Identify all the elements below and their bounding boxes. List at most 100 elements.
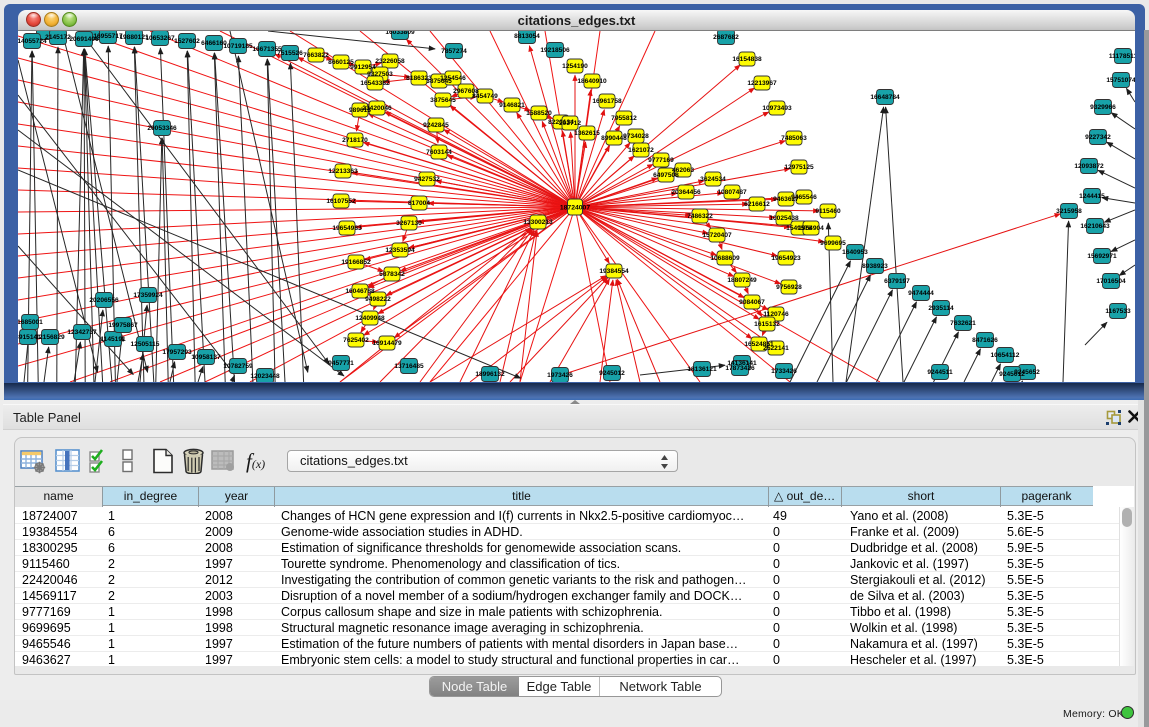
svg-text:7632621: 7632621 <box>950 320 976 327</box>
svg-text:12975125: 12975125 <box>784 164 814 171</box>
svg-text:15692971: 15692971 <box>1087 253 1117 260</box>
svg-text:10958137: 10958137 <box>191 354 221 361</box>
svg-text:20206556: 20206556 <box>89 297 119 304</box>
svg-text:17359924: 17359924 <box>133 292 163 299</box>
svg-text:12213363: 12213363 <box>328 168 358 175</box>
svg-text:989613: 989613 <box>349 107 371 114</box>
svg-text:9756928: 9756928 <box>776 284 802 291</box>
svg-text:16961758: 16961758 <box>592 98 622 105</box>
svg-text:9242845: 9242845 <box>423 122 449 129</box>
svg-text:12213967: 12213967 <box>747 80 777 87</box>
svg-text:7485063: 7485063 <box>781 135 807 142</box>
svg-text:1167533: 1167533 <box>1105 308 1131 315</box>
svg-text:16046788: 16046788 <box>345 288 375 295</box>
svg-text:16648784: 16648784 <box>870 94 900 101</box>
svg-text:1120746: 1120746 <box>763 311 789 318</box>
svg-text:9146821: 9146821 <box>499 102 525 109</box>
svg-text:7857274: 7857274 <box>441 48 467 55</box>
svg-text:6497508: 6497508 <box>653 172 679 179</box>
svg-text:8813054: 8813054 <box>514 33 540 40</box>
svg-text:1685001: 1685001 <box>18 319 43 326</box>
svg-text:9427532: 9427532 <box>414 176 440 183</box>
svg-text:9734028: 9734028 <box>623 133 649 140</box>
svg-text:7955812: 7955812 <box>611 115 637 122</box>
svg-text:10782759: 10782759 <box>223 363 253 370</box>
svg-text:203712: 203712 <box>559 120 581 127</box>
svg-text:17957293: 17957293 <box>162 349 192 356</box>
svg-text:18724007: 18724007 <box>560 205 590 212</box>
svg-text:12093872: 12093872 <box>1074 163 1104 170</box>
svg-text:9327503: 9327503 <box>367 71 393 78</box>
svg-text:20053346: 20053346 <box>147 125 177 132</box>
svg-text:7663822: 7663822 <box>303 52 329 59</box>
svg-text:18807249: 18807249 <box>727 277 757 284</box>
svg-text:2145172: 2145172 <box>45 34 71 41</box>
svg-text:6216612: 6216612 <box>744 201 770 208</box>
svg-text:1145191: 1145191 <box>100 336 126 343</box>
svg-text:8454749: 8454749 <box>472 93 498 100</box>
svg-text:1362615: 1362615 <box>574 130 600 137</box>
svg-text:2522141: 2522141 <box>763 345 789 352</box>
svg-text:6379197: 6379197 <box>884 278 910 285</box>
svg-text:2935114: 2935114 <box>928 305 954 312</box>
svg-text:9227342: 9227342 <box>1085 134 1111 141</box>
svg-text:10719185: 10719185 <box>223 43 253 50</box>
svg-text:1244415: 1244415 <box>1079 193 1105 200</box>
svg-text:9245012: 9245012 <box>599 370 625 377</box>
svg-text:9329966: 9329966 <box>1090 104 1116 111</box>
svg-text:15751074: 15751074 <box>1106 77 1135 84</box>
svg-text:1954904: 1954904 <box>798 225 824 232</box>
svg-text:3875645: 3875645 <box>430 97 456 104</box>
svg-text:3215958: 3215958 <box>1056 208 1082 215</box>
svg-text:9474444: 9474444 <box>908 290 934 297</box>
svg-text:1588520: 1588520 <box>526 110 552 117</box>
svg-text:3267130: 3267130 <box>396 220 422 227</box>
svg-text:19166852: 19166852 <box>341 259 371 266</box>
svg-text:16210643: 16210643 <box>1080 223 1110 230</box>
svg-text:2687682: 2687682 <box>713 34 739 41</box>
svg-text:1973426: 1973426 <box>547 372 573 379</box>
svg-text:9084067: 9084067 <box>739 299 765 306</box>
svg-text:2718170: 2718170 <box>342 137 368 144</box>
svg-text:1733426: 1733426 <box>771 368 797 375</box>
svg-text:12156829: 12156829 <box>35 334 65 341</box>
svg-text:12342737: 12342737 <box>67 329 97 336</box>
svg-text:1621072: 1621072 <box>628 147 654 154</box>
svg-text:8471626: 8471626 <box>972 337 998 344</box>
svg-text:1254190: 1254190 <box>562 63 588 70</box>
svg-text:9457771: 9457771 <box>328 360 354 367</box>
svg-text:9465546: 9465546 <box>791 194 817 201</box>
svg-text:10654112: 10654112 <box>991 352 1020 359</box>
svg-text:16154838: 16154838 <box>732 56 762 63</box>
svg-text:13716485: 13716485 <box>394 363 424 370</box>
svg-text:10025438: 10025438 <box>769 215 799 222</box>
svg-text:16107552: 16107552 <box>326 198 356 205</box>
svg-text:1527602: 1527602 <box>174 38 200 45</box>
svg-text:1615132: 1615132 <box>754 321 780 328</box>
svg-text:10688609: 10688609 <box>710 255 740 262</box>
svg-text:18640910: 18640910 <box>577 78 607 85</box>
svg-text:7603144: 7603144 <box>426 149 452 156</box>
svg-text:13300213: 13300213 <box>523 219 553 226</box>
svg-text:9912954: 9912954 <box>350 64 376 71</box>
svg-text:19975867: 19975867 <box>108 322 138 329</box>
svg-text:1254546: 1254546 <box>440 75 466 82</box>
svg-text:10807487: 10807487 <box>717 189 747 196</box>
svg-text:19218506: 19218506 <box>540 47 570 54</box>
svg-text:16543382: 16543382 <box>360 80 390 87</box>
svg-text:9244511: 9244511 <box>927 369 953 376</box>
svg-text:1640953: 1640953 <box>842 249 868 256</box>
svg-text:10973493: 10973493 <box>762 105 792 112</box>
svg-text:9498222: 9498222 <box>365 296 391 303</box>
svg-text:19384554: 19384554 <box>599 268 629 275</box>
svg-text:16914479: 16914479 <box>372 340 402 347</box>
svg-text:12505115: 12505115 <box>131 341 160 348</box>
svg-text:18996132: 18996132 <box>475 371 505 378</box>
svg-text:5878342: 5878342 <box>379 271 405 278</box>
svg-text:16033809: 16033809 <box>385 31 415 36</box>
svg-text:19654923: 19654923 <box>771 255 801 262</box>
svg-text:7625402: 7625402 <box>343 337 369 344</box>
svg-text:9245012: 9245012 <box>999 371 1025 378</box>
svg-text:8938923: 8938923 <box>862 263 888 270</box>
svg-text:18136121: 18136121 <box>687 366 717 373</box>
